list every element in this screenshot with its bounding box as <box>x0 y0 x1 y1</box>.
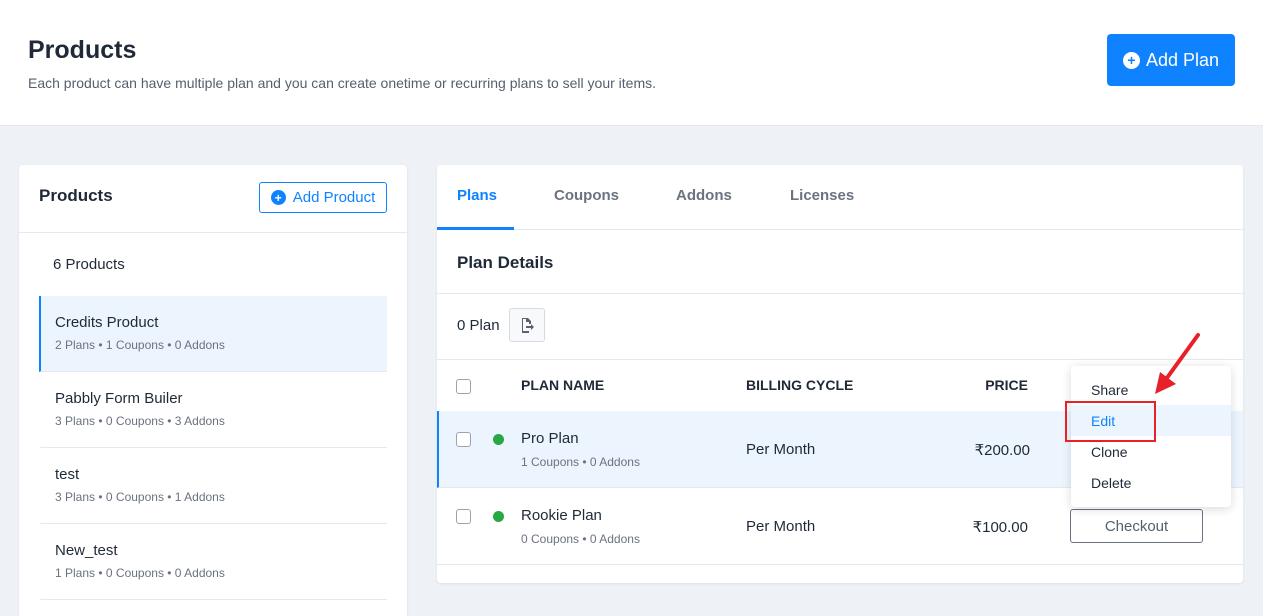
tab-coupons[interactable]: Coupons <box>554 187 619 204</box>
billing-cycle: Per Month <box>746 441 816 458</box>
export-button[interactable] <box>509 308 545 342</box>
product-list: Credits Product 2 Plans • 1 Coupons • 0 … <box>39 296 387 600</box>
column-header-plan-name: PLAN NAME <box>521 377 605 393</box>
plan-price: ₹100.00 <box>972 519 1028 536</box>
select-all-checkbox[interactable] <box>456 379 471 394</box>
plan-actions-dropdown: Share Edit Clone Delete <box>1071 366 1231 507</box>
product-item-credits[interactable]: Credits Product 2 Plans • 1 Coupons • 0 … <box>39 296 387 372</box>
add-product-label: Add Product <box>292 189 376 206</box>
divider <box>19 232 407 233</box>
status-dot-icon <box>493 434 504 445</box>
product-meta: 1 Plans • 0 Coupons • 0 Addons <box>55 566 225 580</box>
plan-name[interactable]: Pro Plan <box>521 430 579 447</box>
column-header-billing-cycle: BILLING CYCLE <box>746 377 854 393</box>
plan-name[interactable]: Rookie Plan <box>521 507 602 524</box>
section-title: Plan Details <box>457 253 554 272</box>
column-header-price: PRICE <box>985 377 1028 393</box>
tab-licenses[interactable]: Licenses <box>790 187 854 204</box>
divider <box>437 293 1243 294</box>
tab-bar: Plans Coupons Addons Licenses <box>437 165 1243 230</box>
product-name: Pabbly Form Builer <box>55 390 183 407</box>
products-panel: Products + Add Product 6 Products Credit… <box>19 165 407 616</box>
add-plan-label: Add Plan <box>1145 49 1220 70</box>
product-item-pabbly-form[interactable]: Pabbly Form Builer 3 Plans • 0 Coupons •… <box>39 372 387 448</box>
product-name: New_test <box>55 542 118 559</box>
tab-addons[interactable]: Addons <box>676 187 732 204</box>
plan-meta: 1 Coupons • 0 Addons <box>521 455 640 469</box>
file-export-icon <box>522 318 534 333</box>
page-title: Products <box>28 36 137 64</box>
product-meta: 2 Plans • 1 Coupons • 0 Addons <box>55 338 225 352</box>
product-name: test <box>55 466 80 483</box>
plan-meta: 0 Coupons • 0 Addons <box>521 532 640 546</box>
product-meta: 3 Plans • 0 Coupons • 3 Addons <box>55 414 225 428</box>
dropdown-item-clone[interactable]: Clone <box>1071 436 1231 467</box>
plus-circle-icon: + <box>1122 51 1140 69</box>
page-header: Products Each product can have multiple … <box>0 0 1263 126</box>
active-tab-indicator <box>437 227 514 230</box>
plan-price: ₹200.00 <box>974 442 1030 459</box>
product-meta: 3 Plans • 0 Coupons • 1 Addons <box>55 490 225 504</box>
products-panel-title: Products <box>39 186 113 205</box>
checkout-button[interactable]: Checkout <box>1070 509 1203 543</box>
plan-count: 0 Plan <box>457 317 500 334</box>
row-checkbox[interactable] <box>456 509 471 524</box>
tab-plans[interactable]: Plans <box>457 187 497 204</box>
product-item-new-test[interactable]: New_test 1 Plans • 0 Coupons • 0 Addons <box>39 524 387 600</box>
row-checkbox[interactable] <box>456 432 471 447</box>
product-count: 6 Products <box>53 256 125 273</box>
billing-cycle: Per Month <box>746 518 816 535</box>
page-subtitle: Each product can have multiple plan and … <box>28 75 657 91</box>
dropdown-item-edit[interactable]: Edit <box>1071 405 1231 436</box>
status-dot-icon <box>493 511 504 522</box>
dropdown-item-delete[interactable]: Delete <box>1071 467 1231 498</box>
product-item-test[interactable]: test 3 Plans • 0 Coupons • 1 Addons <box>39 448 387 524</box>
add-plan-button[interactable]: + Add Plan <box>1107 34 1235 86</box>
divider <box>437 359 1243 360</box>
plus-circle-icon: + <box>270 190 286 205</box>
dropdown-item-share[interactable]: Share <box>1071 374 1231 405</box>
product-name: Credits Product <box>55 314 159 331</box>
add-product-button[interactable]: + Add Product <box>259 182 387 213</box>
